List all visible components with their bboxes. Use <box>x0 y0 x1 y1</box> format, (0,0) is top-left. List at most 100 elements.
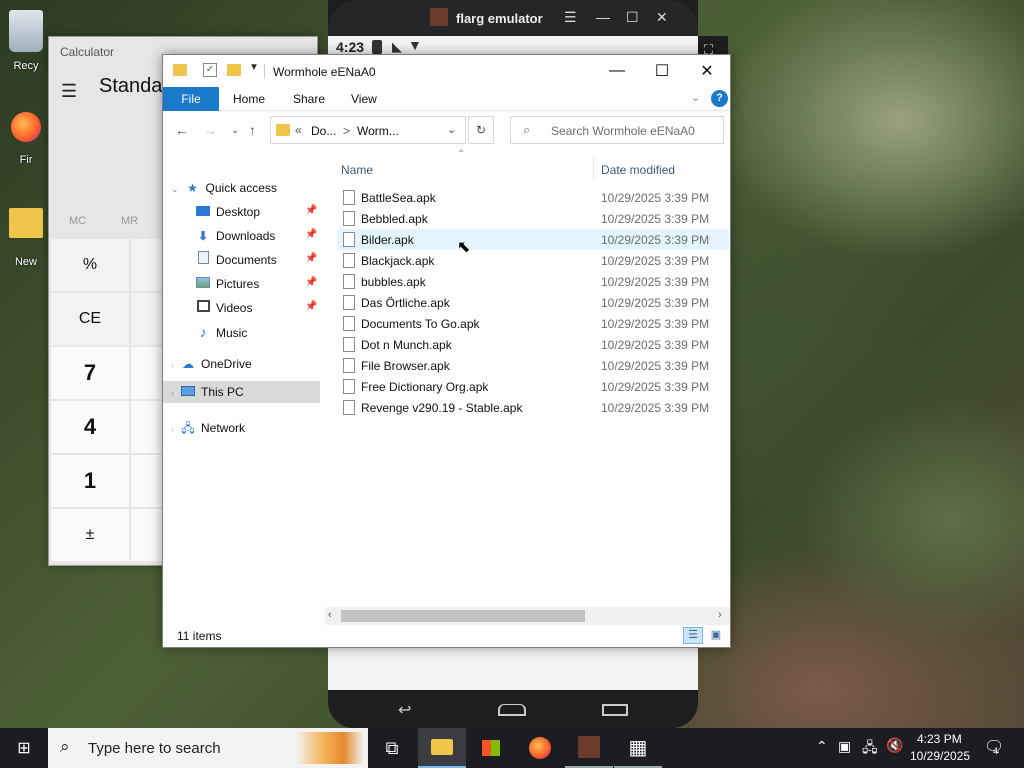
details-view-icon[interactable]: ☰ <box>683 627 703 644</box>
file-row[interactable]: Revenge v290.19 - Stable.apk 10/29/2025 3… <box>337 397 729 418</box>
nav-item-network[interactable]: › 🖧 Network <box>171 417 245 439</box>
file-row[interactable]: Dot n Munch.apk 10/29/2025 3:39 PM <box>337 334 729 355</box>
pin-icon[interactable]: 📌 <box>305 253 317 264</box>
large-icons-view-icon[interactable]: ▣ <box>707 627 725 644</box>
taskbar-search-box[interactable]: ⌕ Type here to search <box>48 728 368 768</box>
scroll-right-icon[interactable]: › <box>718 609 722 621</box>
horizontal-scrollbar[interactable]: ‹ › <box>325 607 730 625</box>
percent-button[interactable]: % <box>51 239 129 291</box>
nav-item-pictures[interactable]: Pictures <box>195 273 259 295</box>
clock-date[interactable]: 10/29/2025 <box>910 749 970 763</box>
file-row[interactable]: bubbles.apk 10/29/2025 3:39 PM <box>337 271 729 292</box>
new-folder-icon[interactable] <box>227 64 241 76</box>
expand-ribbon-icon[interactable]: ⌄ <box>691 91 700 104</box>
nav-item-downloads[interactable]: ⬇ Downloads <box>195 225 275 247</box>
pin-icon[interactable]: 📌 <box>305 301 317 312</box>
start-button[interactable]: ⊞ <box>0 728 48 768</box>
nav-item-music[interactable]: ♪ Music <box>195 321 248 343</box>
volume-muted-icon[interactable]: 🔇 <box>886 737 903 754</box>
refresh-button[interactable]: ↻ <box>468 116 494 144</box>
firefox-taskbar-button[interactable] <box>516 728 564 768</box>
digit-4-button[interactable]: 4 <box>51 401 129 453</box>
file-row[interactable]: Bebbled.apk 10/29/2025 3:39 PM <box>337 208 729 229</box>
breadcrumb-parent[interactable]: Do... <box>311 124 336 138</box>
file-row[interactable]: Bilder.apk 10/29/2025 3:39 PM <box>337 229 729 250</box>
customize-toolbar-icon[interactable]: ▼ <box>249 62 259 73</box>
memory-recall-button[interactable]: MR <box>121 215 138 227</box>
recent-locations-icon[interactable]: ⌄ <box>231 125 239 136</box>
nav-item-documents[interactable]: Documents <box>195 249 277 271</box>
clear-entry-button[interactable]: CE <box>51 293 129 345</box>
file-explorer-taskbar-button[interactable] <box>418 728 466 768</box>
search-input[interactable]: Search Wormhole eENaA0 <box>551 124 695 138</box>
nav-item-desktop[interactable]: Desktop <box>195 201 260 223</box>
close-icon[interactable]: ✕ <box>656 9 668 26</box>
scroll-left-icon[interactable]: ‹ <box>328 609 332 621</box>
emulator-taskbar-button[interactable] <box>565 728 613 768</box>
recents-nav-icon[interactable] <box>602 704 628 716</box>
properties-icon[interactable]: ✓ <box>203 63 217 77</box>
menu-icon[interactable]: ☰ <box>564 9 577 26</box>
up-arrow-icon[interactable]: ↑ <box>249 122 256 138</box>
address-overflow[interactable]: « <box>295 123 302 137</box>
calc-key-hidden[interactable] <box>131 401 165 453</box>
tab-home[interactable]: Home <box>221 87 277 111</box>
taskbar-search-input[interactable]: Type here to search <box>88 740 221 757</box>
file-row[interactable]: Das Örtliche.apk 10/29/2025 3:39 PM <box>337 292 729 313</box>
address-bar[interactable]: « Do... > Worm... ⌄ <box>270 116 466 144</box>
forward-arrow-icon[interactable]: → <box>203 122 217 138</box>
tab-view[interactable]: View <box>339 87 389 111</box>
memory-clear-button[interactable]: MC <box>69 215 86 227</box>
desktop-icon-firefox[interactable]: Fir <box>6 112 46 166</box>
scrollbar-thumb[interactable] <box>341 610 585 622</box>
calc-key-hidden[interactable] <box>131 455 165 507</box>
tab-share[interactable]: Share <box>281 87 337 111</box>
file-explorer-window[interactable]: ✓ ▼ Wormhole eENaA0 — ☐ ✕ File Home Shar… <box>162 54 731 648</box>
store-taskbar-button[interactable] <box>467 728 515 768</box>
nav-item-this-pc[interactable]: › This PC <box>163 381 320 403</box>
column-header-name[interactable]: Name <box>341 163 373 177</box>
digit-7-button[interactable]: 7 <box>51 347 129 399</box>
file-row[interactable]: BattleSea.apk 10/29/2025 3:39 PM <box>337 187 729 208</box>
task-view-button[interactable]: ⧉ <box>368 728 416 768</box>
pin-icon[interactable]: 📌 <box>305 277 317 288</box>
digit-1-button[interactable]: 1 <box>51 455 129 507</box>
calculator-taskbar-button[interactable]: ▦ <box>614 728 662 768</box>
calc-key-hidden[interactable] <box>131 509 165 561</box>
explorer-titlebar[interactable]: ✓ ▼ Wormhole eENaA0 — ☐ ✕ <box>163 55 730 87</box>
file-row[interactable]: Blackjack.apk 10/29/2025 3:39 PM <box>337 250 729 271</box>
file-row[interactable]: Free Dictionary Org.apk 10/29/2025 3:39 P… <box>337 376 729 397</box>
back-nav-icon[interactable]: ↩ <box>398 700 411 720</box>
emulator-titlebar[interactable]: flarg emulator ☰ — ☐ ✕ <box>328 0 698 36</box>
tab-file[interactable]: File <box>163 87 219 111</box>
calc-key-hidden[interactable] <box>131 347 165 399</box>
pin-icon[interactable]: 📌 <box>305 229 317 240</box>
minimize-icon[interactable]: — <box>596 9 610 25</box>
search-box[interactable]: ⌕ Search Wormhole eENaA0 <box>510 116 724 144</box>
network-status-icon[interactable]: 🖧 <box>862 737 878 761</box>
nav-item-quick-access[interactable]: ⌄ ★ Quick access <box>171 177 277 199</box>
address-dropdown-icon[interactable]: ⌄ <box>447 123 456 136</box>
maximize-icon[interactable]: ☐ <box>626 9 639 26</box>
back-arrow-icon[interactable]: ← <box>175 122 189 138</box>
show-hidden-icons-icon[interactable]: ⌃ <box>816 738 828 755</box>
desktop-icon-new-folder[interactable]: New <box>6 208 46 268</box>
file-row[interactable]: File Browser.apk 10/29/2025 3:39 PM <box>337 355 729 376</box>
column-header-date-modified[interactable]: Date modified <box>601 163 675 177</box>
nav-item-videos[interactable]: Videos <box>195 297 252 319</box>
negate-button[interactable]: ± <box>51 509 129 561</box>
pin-icon[interactable]: 📌 <box>305 205 317 216</box>
breadcrumb-current[interactable]: Worm... <box>357 124 399 138</box>
desktop-icon-recycle-bin[interactable]: Recy <box>6 10 46 72</box>
meet-now-icon[interactable]: ▣ <box>838 738 851 755</box>
maximize-icon[interactable]: ☐ <box>639 59 685 83</box>
column-divider[interactable] <box>593 157 594 181</box>
calc-key-hidden[interactable] <box>131 239 165 291</box>
hamburger-menu-icon[interactable]: ☰ <box>61 81 77 102</box>
home-nav-icon[interactable] <box>498 704 526 716</box>
nav-item-onedrive[interactable]: › ☁ OneDrive <box>171 353 252 375</box>
calc-key-hidden[interactable] <box>131 293 165 345</box>
clock-time[interactable]: 4:23 PM <box>917 732 962 746</box>
help-icon[interactable]: ? <box>711 90 728 107</box>
minimize-icon[interactable]: — <box>594 59 640 83</box>
